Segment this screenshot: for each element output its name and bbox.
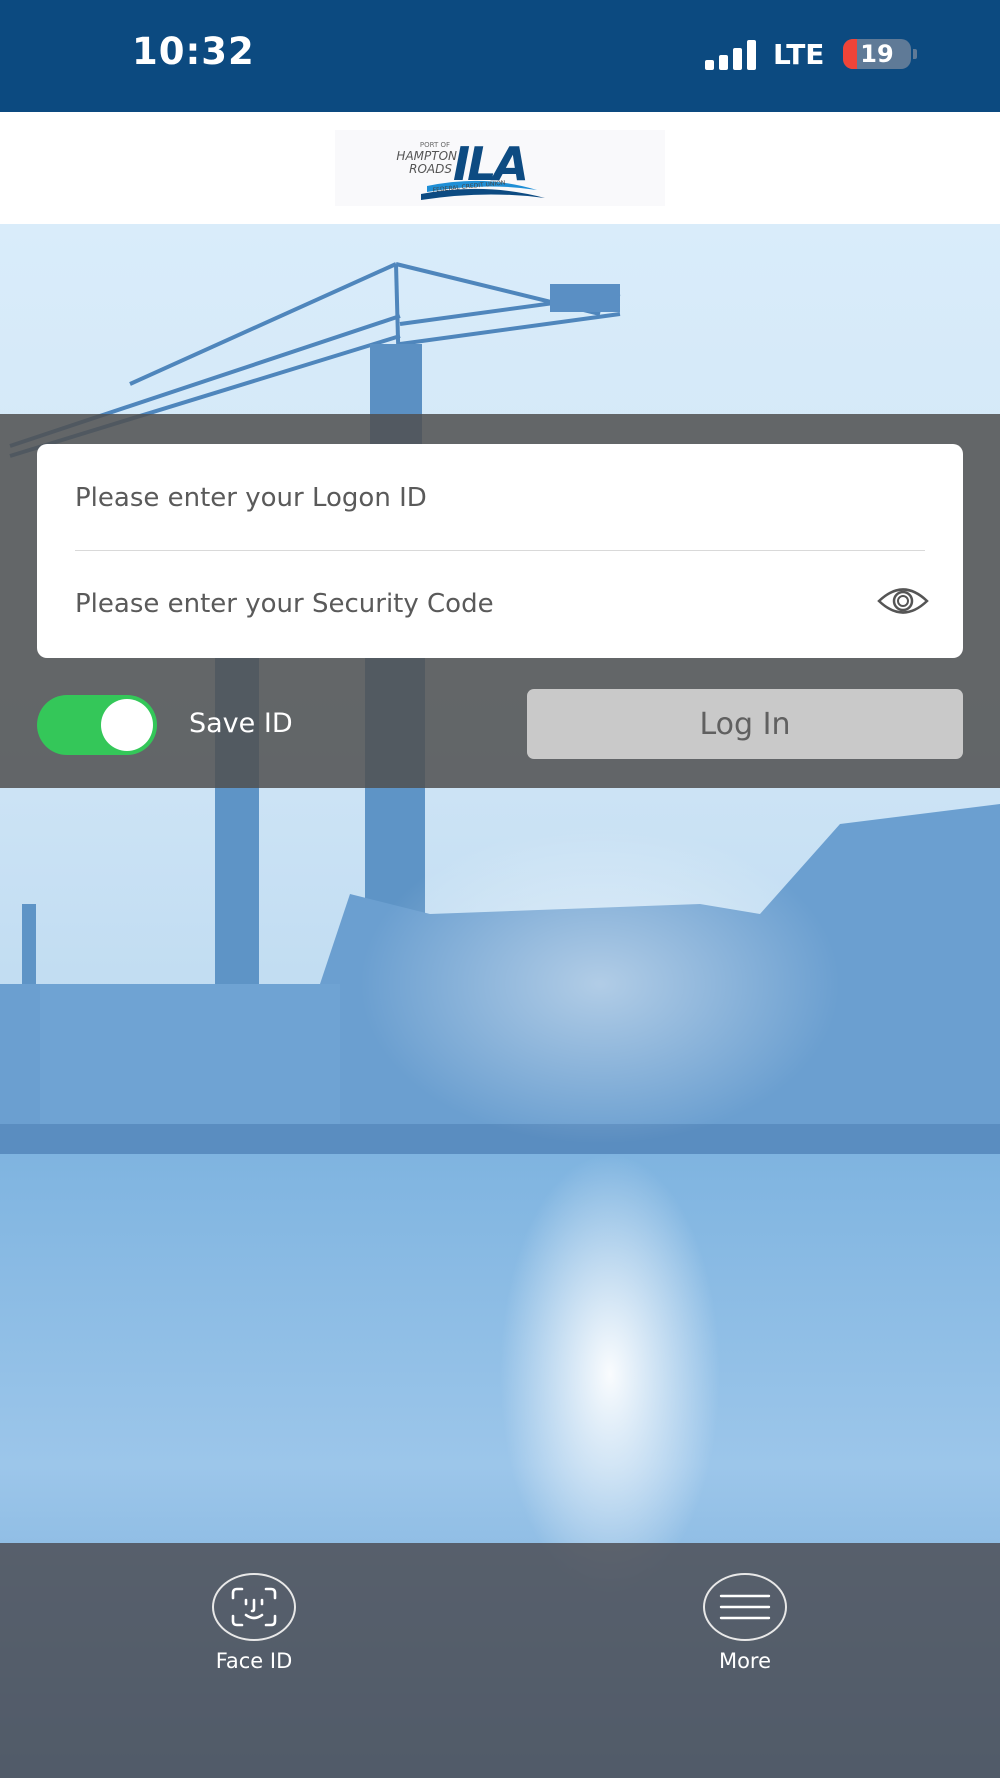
logon-id-input[interactable] [75, 468, 875, 528]
save-id-toggle[interactable] [37, 695, 157, 755]
save-id-label: Save ID [189, 708, 293, 739]
more-button[interactable]: More [655, 1573, 835, 1673]
field-divider [75, 550, 925, 551]
toggle-knob [101, 699, 153, 751]
eye-icon[interactable] [877, 584, 929, 618]
ila-credit-union-logo: PORT OF HAMPTON ROADS ILA FEDERAL CREDIT… [335, 130, 665, 206]
face-id-label: Face ID [215, 1649, 293, 1673]
status-time: 10:32 [132, 30, 255, 73]
login-button[interactable]: Log In [527, 689, 963, 759]
security-code-input[interactable] [75, 574, 875, 634]
login-form-card [37, 444, 963, 658]
login-panel: Save ID Log In [0, 414, 1000, 788]
network-type: LTE [773, 38, 825, 71]
hamburger-menu-icon [719, 1594, 771, 1620]
login-screen: 10:32 LTE 19 PORT OF HAMPTON ROADS ILA F… [0, 0, 1000, 1778]
status-bar: 10:32 LTE 19 [0, 0, 1000, 112]
more-icon-circle [703, 1573, 787, 1641]
more-label: More [718, 1649, 772, 1673]
face-id-icon-circle [212, 1573, 296, 1641]
battery-nub [913, 49, 917, 59]
bottom-action-bar: Face ID More [0, 1543, 1000, 1778]
logo-roads: ROADS [409, 162, 452, 176]
battery-level: 19 [860, 40, 894, 68]
logo-hampton: HAMPTON [396, 149, 457, 163]
app-header: PORT OF HAMPTON ROADS ILA FEDERAL CREDIT… [0, 112, 1000, 224]
face-id-button[interactable]: Face ID [164, 1573, 344, 1673]
logo-port-of: PORT OF [420, 141, 450, 149]
face-id-icon [231, 1587, 277, 1627]
signal-strength-icon [705, 40, 757, 70]
battery-icon: 19 [843, 39, 911, 69]
